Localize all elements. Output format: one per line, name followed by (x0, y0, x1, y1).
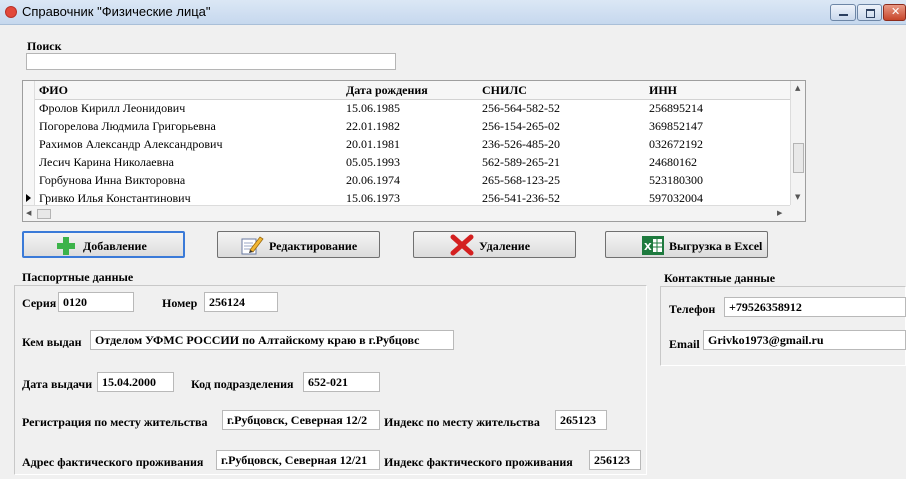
row-indicator (23, 171, 35, 189)
maximize-button[interactable] (857, 4, 882, 21)
cell-fio: Лесич Карина Николаевна (39, 155, 175, 169)
column-header-birth[interactable]: Дата рождения (346, 83, 428, 98)
series-label: Серия (22, 296, 57, 310)
cell-inn: 256895214 (649, 101, 703, 115)
table-row[interactable]: Лесич Карина Николаевна 05.05.1993 562-5… (23, 153, 790, 171)
cell-snils: 265-568-123-25 (482, 173, 560, 187)
phone-field[interactable]: +79526358912 (724, 297, 906, 317)
cell-birth: 05.05.1993 (346, 155, 400, 169)
passport-section-title: Паспортные данные (22, 270, 134, 284)
cell-snils: 256-154-265-02 (482, 119, 560, 133)
cell-snils: 562-589-265-21 (482, 155, 560, 169)
scroll-right-icon[interactable]: ▶ (777, 209, 782, 217)
issue-date-field[interactable]: 15.04.2000 (97, 372, 174, 392)
table-row[interactable]: Горбунова Инна Викторовна 20.06.1974 265… (23, 171, 790, 189)
delete-x-icon (450, 234, 474, 256)
plus-icon (57, 237, 75, 255)
cell-inn: 032672192 (649, 137, 703, 151)
table-row[interactable]: Фролов Кирилл Леонидович 15.06.1985 256-… (23, 99, 790, 117)
cell-fio: Погорелова Людмила Григорьевна (39, 119, 216, 133)
delete-button[interactable]: Удаление (413, 231, 576, 258)
svg-text:X: X (644, 242, 652, 253)
grid-header: ФИО Дата рождения СНИЛС ИНН (23, 81, 790, 100)
close-button[interactable] (883, 4, 906, 21)
cell-fio: Горбунова Инна Викторовна (39, 173, 186, 187)
row-indicator (23, 99, 35, 117)
title-bar: Справочник "Физические лица" (0, 0, 906, 25)
persons-grid[interactable]: ФИО Дата рождения СНИЛС ИНН Фролов Кирил… (22, 80, 806, 222)
row-indicator (23, 153, 35, 171)
vertical-scroll-thumb[interactable] (793, 143, 804, 173)
registration-field[interactable]: г.Рубцовск, Северная 12/2 (222, 410, 380, 430)
number-field[interactable]: 256124 (204, 292, 278, 312)
minimize-button[interactable] (830, 4, 856, 21)
horizontal-scroll-thumb[interactable] (37, 209, 51, 219)
email-label: Email (669, 337, 700, 351)
search-label: Поиск (27, 39, 62, 53)
cell-inn: 523180300 (649, 173, 703, 187)
contacts-section-title: Контактные данные (664, 271, 776, 285)
actual-address-label: Адрес фактического проживания (22, 455, 204, 469)
cell-birth: 20.06.1974 (346, 173, 400, 187)
cell-fio: Гривко Илья Константинович (39, 191, 191, 205)
edit-button-label: Редактирование (269, 239, 358, 253)
issue-date-label: Дата выдачи (22, 377, 93, 391)
cell-inn: 24680162 (649, 155, 697, 169)
scroll-up-icon[interactable]: ▲ (795, 84, 800, 92)
actual-index-label: Индекс фактического проживания (384, 455, 573, 469)
actual-address-field[interactable]: г.Рубцовск, Северная 12/21 (216, 450, 380, 470)
cell-birth: 22.01.1982 (346, 119, 400, 133)
current-row-arrow-icon (26, 194, 31, 202)
registration-index-field[interactable]: 265123 (555, 410, 607, 430)
app-icon (5, 6, 17, 18)
cell-birth: 15.06.1973 (346, 191, 400, 205)
add-button-label: Добавление (83, 239, 147, 253)
issued-by-label: Кем выдан (22, 335, 82, 349)
registration-index-label: Индекс по месту жительства (384, 415, 540, 429)
cell-inn: 369852147 (649, 119, 703, 133)
number-label: Номер (162, 296, 198, 310)
row-indicator (23, 135, 35, 153)
table-row[interactable]: Погорелова Людмила Григорьевна 22.01.198… (23, 117, 790, 135)
phone-label: Телефон (669, 302, 716, 316)
cell-snils: 236-526-485-20 (482, 137, 560, 151)
cell-snils: 256-564-582-52 (482, 101, 560, 115)
scroll-corner (790, 205, 805, 221)
scroll-down-icon[interactable]: ▼ (795, 193, 800, 201)
edit-button[interactable]: Редактирование (217, 231, 380, 258)
series-field[interactable]: 0120 (58, 292, 134, 312)
cell-birth: 20.01.1981 (346, 137, 400, 151)
delete-button-label: Удаление (479, 239, 531, 253)
cell-birth: 15.06.1985 (346, 101, 400, 115)
column-header-fio[interactable]: ФИО (39, 83, 68, 98)
horizontal-scrollbar[interactable]: ◀ ▶ (23, 205, 790, 221)
search-input[interactable] (26, 53, 396, 70)
add-button[interactable]: Добавление (22, 231, 185, 258)
email-field[interactable]: Grivko1973@gmail.ru (703, 330, 906, 350)
cell-fio: Рахимов Александр Александрович (39, 137, 223, 151)
vertical-scrollbar[interactable]: ▲ ▼ (790, 81, 805, 205)
issued-by-field[interactable]: Отделом УФМС РОССИИ по Алтайскому краю в… (90, 330, 454, 350)
actual-index-field[interactable]: 256123 (589, 450, 641, 470)
window-title: Справочник "Физические лица" (22, 4, 211, 19)
dept-code-field[interactable]: 652-021 (303, 372, 380, 392)
export-button-label: Выгрузка в Excel (669, 239, 763, 253)
dept-code-label: Код подразделения (191, 377, 294, 391)
table-row[interactable]: Рахимов Александр Александрович 20.01.19… (23, 135, 790, 153)
cell-fio: Фролов Кирилл Леонидович (39, 101, 186, 115)
export-excel-button[interactable]: X Выгрузка в Excel (605, 231, 768, 258)
header-indicator (23, 81, 35, 99)
edit-pencil-icon (241, 236, 264, 255)
scroll-left-icon[interactable]: ◀ (26, 209, 31, 217)
cell-snils: 256-541-236-52 (482, 191, 560, 205)
column-header-inn[interactable]: ИНН (649, 83, 677, 98)
row-indicator (23, 117, 35, 135)
cell-inn: 597032004 (649, 191, 703, 205)
registration-label: Регистрация по месту жительства (22, 415, 208, 429)
excel-icon: X (642, 236, 664, 255)
column-header-snils[interactable]: СНИЛС (482, 83, 527, 98)
